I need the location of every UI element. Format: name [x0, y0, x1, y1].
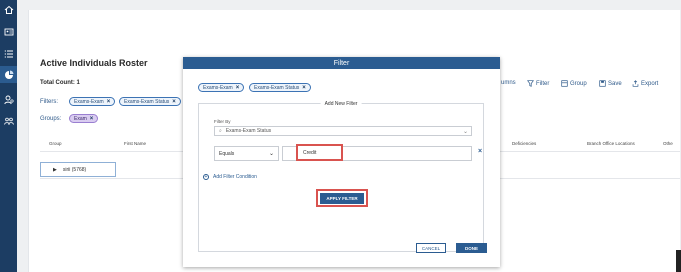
- chevron-down-icon: ⌄: [268, 151, 274, 157]
- operator-select[interactable]: Equals ⌄: [214, 146, 279, 161]
- modal-title: Filter: [183, 57, 500, 69]
- group-chip-exam[interactable]: Exam ×: [69, 114, 99, 123]
- clear-icon[interactable]: ×: [478, 148, 482, 155]
- filter-by-label: Filter By: [214, 119, 231, 124]
- new-filter-panel: Add New Filter Filter By ⌕ Exams-Exam St…: [198, 101, 484, 252]
- apply-filter-highlight: APPLY FILTER: [316, 189, 368, 207]
- page-title: Active Individuals Roster: [40, 58, 148, 68]
- add-filter-condition[interactable]: + Add Filter Condition: [203, 174, 257, 180]
- plus-icon: +: [203, 173, 209, 180]
- people-icon[interactable]: [3, 115, 14, 126]
- filter-icon: [527, 80, 534, 87]
- apply-filter-button[interactable]: APPLY FILTER: [320, 192, 364, 204]
- remove-icon[interactable]: ×: [90, 116, 94, 122]
- groups-label: Groups:: [40, 116, 62, 122]
- column-header-other[interactable]: Othe: [663, 141, 673, 146]
- export-icon: [632, 80, 639, 87]
- group-icon: [561, 80, 568, 87]
- modal-chip-exam-status[interactable]: Exams-Exam Status ×: [249, 83, 311, 92]
- user-settings-icon[interactable]: [3, 94, 14, 105]
- group-row[interactable]: ▶ sirii (5768): [40, 162, 116, 177]
- columns-button[interactable]: umns: [501, 80, 516, 86]
- save-icon: [599, 80, 606, 87]
- filter-modal: Filter Exams-Exam × Exams-Exam Status × Ad…: [183, 57, 500, 267]
- column-header-deficiencies[interactable]: Deficiencies: [512, 141, 536, 146]
- filter-button[interactable]: Filter: [527, 80, 549, 87]
- save-button[interactable]: Save: [599, 80, 622, 87]
- filter-chip-exam-status[interactable]: Exams-Exam Status ×: [119, 97, 181, 106]
- remove-icon[interactable]: ×: [236, 85, 240, 91]
- column-header-first-name[interactable]: First Name: [124, 141, 146, 146]
- new-filter-title: Add New Filter: [320, 101, 362, 107]
- column-header-group[interactable]: Group: [49, 141, 62, 146]
- home-icon[interactable]: [3, 4, 14, 15]
- filter-by-select[interactable]: ⌕ Exams-Exam Status ⌄: [214, 126, 472, 136]
- id-card-icon[interactable]: [3, 26, 14, 37]
- modal-chip-exam[interactable]: Exams-Exam ×: [198, 83, 245, 92]
- column-header-branch-office[interactable]: Branch Office Locations: [587, 141, 635, 146]
- export-button[interactable]: Export: [632, 80, 658, 87]
- value-input[interactable]: Credit: [296, 144, 343, 161]
- chart-pie-icon[interactable]: [0, 66, 17, 83]
- filter-chip-exam[interactable]: Exams-Exam ×: [69, 97, 116, 106]
- expand-icon[interactable]: ▶: [53, 167, 57, 173]
- remove-icon[interactable]: ×: [172, 99, 176, 105]
- remove-icon[interactable]: ×: [302, 85, 306, 91]
- left-nav: [0, 0, 17, 272]
- done-button[interactable]: DONE: [456, 243, 487, 253]
- remove-icon[interactable]: ×: [107, 99, 111, 105]
- group-button[interactable]: Group: [561, 80, 587, 87]
- cancel-button[interactable]: CANCEL: [416, 243, 446, 253]
- filters-label: Filters:: [40, 99, 58, 105]
- list-icon[interactable]: [3, 48, 14, 59]
- chevron-down-icon: ⌄: [462, 129, 468, 135]
- search-icon: ⌕: [219, 128, 222, 134]
- total-count: Total Count: 1: [40, 80, 80, 86]
- scrollbar[interactable]: [676, 250, 681, 272]
